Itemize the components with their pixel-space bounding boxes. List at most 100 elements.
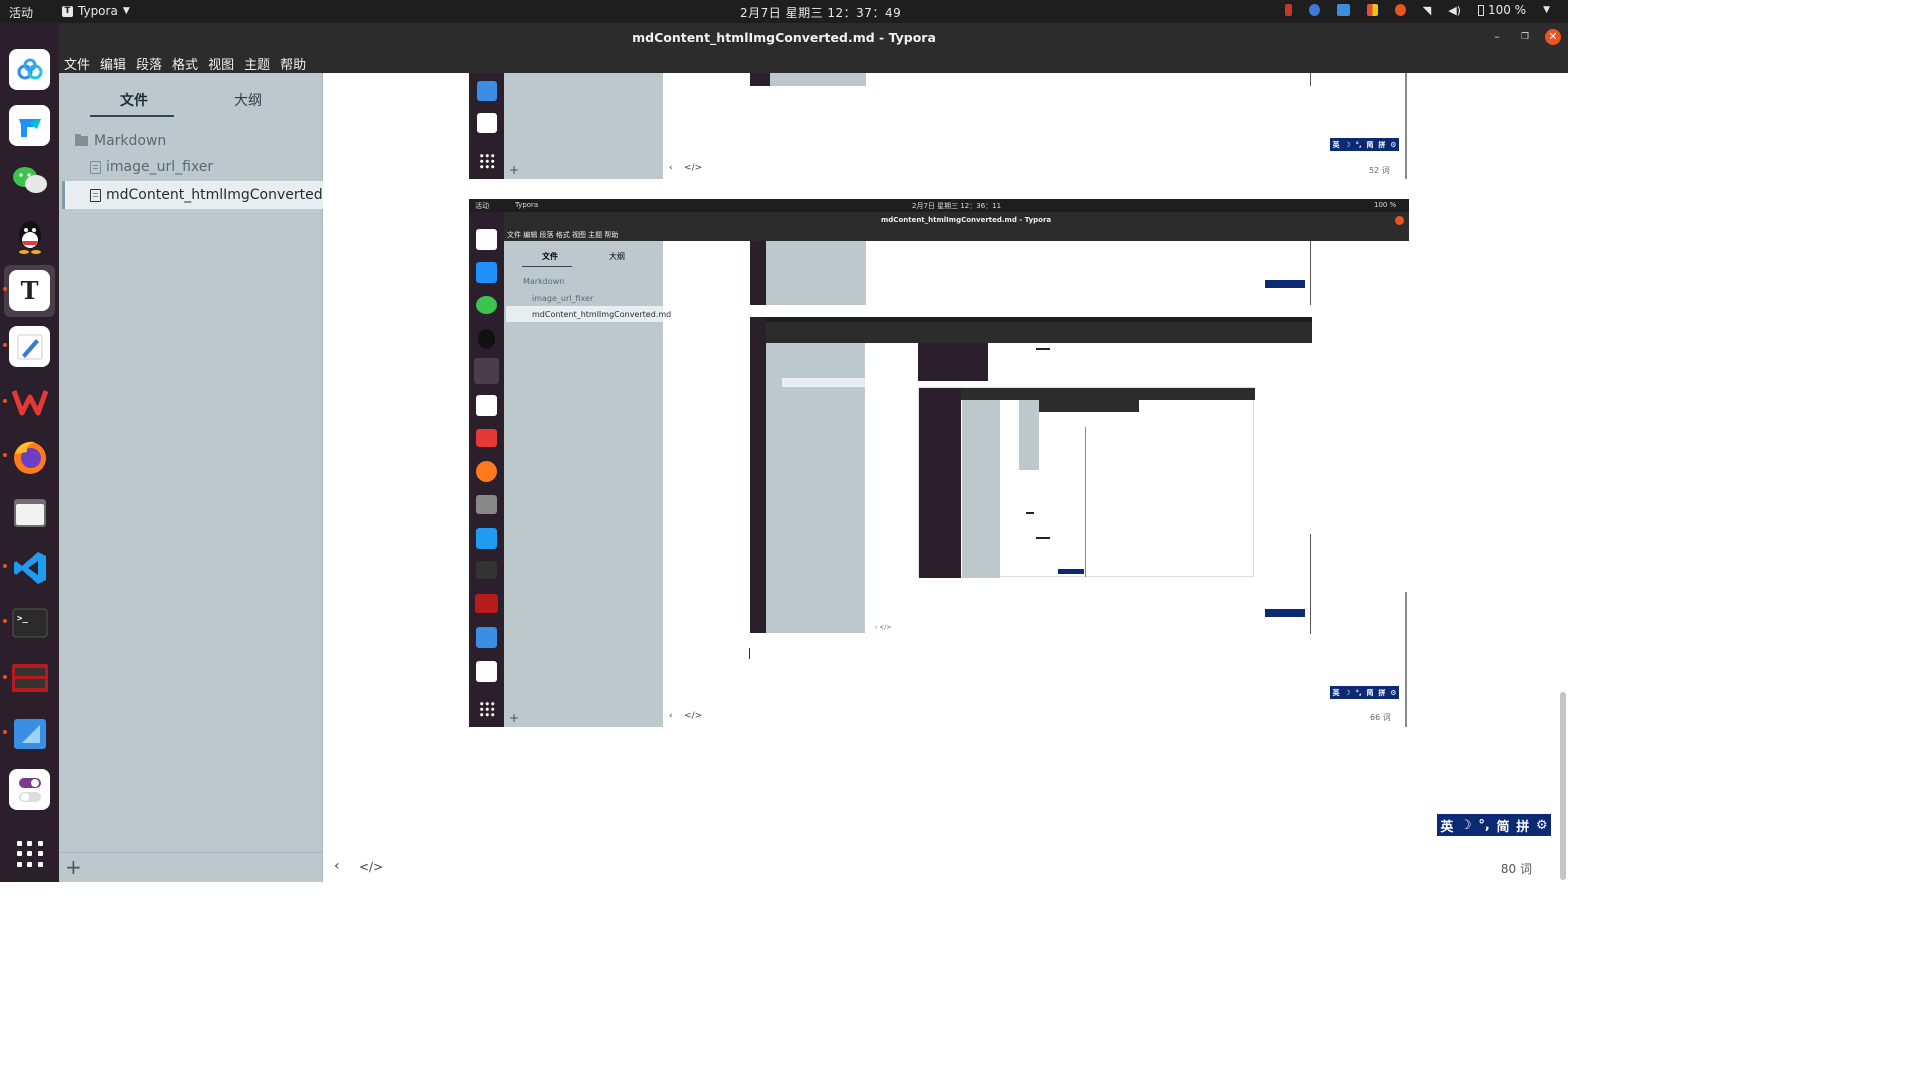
clock: 2月7日 星期三 12：36：11 [912, 202, 1002, 210]
menu-format[interactable]: 格式 [167, 52, 203, 73]
menu-file[interactable]: 文件 [59, 52, 95, 73]
editor-status-bar: ‹ </> 80 词 [324, 852, 1568, 882]
file-item-image-url-fixer[interactable]: image_url_fixer [90, 159, 213, 175]
window-title-bar[interactable]: mdContent_htmlImgConverted.md - Typora –… [0, 23, 1568, 52]
maximize-button[interactable]: ❐ [1517, 29, 1533, 45]
minimize-button[interactable]: – [1489, 29, 1505, 45]
battery-indicator[interactable]: 100 % [1477, 3, 1527, 17]
settings-toggle-icon [477, 113, 497, 133]
tray-remote-icon[interactable] [1336, 4, 1350, 16]
file-item-mdcontent[interactable]: mdContent_htmlImgConverted.md [90, 187, 350, 203]
settings-toggle-icon[interactable] [9, 769, 50, 810]
typora-icon[interactable]: T [9, 270, 50, 311]
word-count[interactable]: 80 词 [1501, 860, 1532, 877]
tray-color-icon[interactable] [1366, 4, 1378, 16]
system-tray[interactable]: ◥ ◀) 100 % ▼ [1284, 3, 1550, 17]
file-sidebar: 文件 大纲 Markdown image_url_fixer mdContent… [59, 73, 350, 882]
tray-network-app-icon[interactable] [1308, 4, 1320, 16]
add-file-button[interactable]: + [65, 855, 82, 879]
folder-label: Markdown [94, 133, 167, 149]
shot-sidebar [504, 73, 663, 179]
qq-icon[interactable] [9, 215, 50, 256]
files-icon[interactable] [9, 492, 50, 533]
app-menu-label: Typora [78, 4, 118, 18]
menu-paragraph[interactable]: 段落 [131, 52, 167, 73]
shot-sidebar: 文件 大纲 Markdown image_url_fixer mdContent… [504, 241, 671, 727]
ime-simplified: 简 [1366, 688, 1374, 697]
running-indicator [3, 675, 7, 679]
tab-outline[interactable]: 大纲 [234, 90, 262, 110]
deep-shot-a-dock [750, 241, 766, 305]
firefox-icon[interactable] [9, 436, 50, 477]
wechat-icon [476, 296, 497, 314]
remote-desktop-icon [477, 81, 497, 101]
embedded-screenshot-1: + ‹ </> 52 词 英 ☽ °, 简拼 ⚙ [469, 73, 1409, 179]
active-tab-underline [522, 266, 572, 267]
divider-line [1310, 534, 1311, 634]
typora-icon [474, 358, 499, 384]
divider-line [1310, 73, 1311, 86]
close-button[interactable]: ✕ [1545, 29, 1561, 45]
tab-outline: 大纲 [609, 252, 625, 261]
menu-bar: 文件 编辑 段落 格式 视图 主题 帮助 [59, 52, 1568, 73]
screen-recorder-icon[interactable] [9, 657, 50, 698]
file-icon [90, 160, 101, 174]
show-apps-icon[interactable] [17, 841, 43, 867]
ime-simplified: 简 [1366, 140, 1374, 149]
baidu-netdisk-icon[interactable] [9, 49, 50, 90]
vscode-icon[interactable] [9, 547, 50, 588]
menu-view[interactable]: 视图 [203, 52, 239, 73]
menu-help[interactable]: 帮助 [275, 52, 311, 73]
feishu-icon[interactable] [9, 105, 50, 146]
wifi-icon[interactable]: ◥ [1423, 4, 1431, 17]
typora-icon: T [62, 5, 73, 17]
settings-toggle-icon [476, 661, 497, 682]
file-label: image_url_fixer [532, 294, 594, 303]
remote-desktop-icon[interactable] [9, 713, 50, 754]
system-top-bar: 活动 T Typora ▼ 2月7日 星期三 12：37：49 ◥ ◀) 100… [0, 0, 1568, 23]
show-apps-icon [479, 153, 495, 169]
ime-simplified-toggle[interactable]: 简 [1497, 816, 1510, 835]
activities-button[interactable]: 活动 [9, 4, 33, 21]
app-menu-label: Typora [515, 201, 539, 209]
dock: T >_ [0, 23, 59, 882]
gear-icon: ⚙ [1390, 688, 1397, 697]
menu-edit[interactable]: 编辑 [95, 52, 131, 73]
firefox-icon [476, 461, 497, 482]
qq-icon [478, 329, 495, 349]
battery-icon [1477, 4, 1484, 16]
volume-icon[interactable]: ◀) [1448, 4, 1461, 17]
editor-area[interactable]: + ‹ </> 52 词 英 ☽ °, 简拼 ⚙ 活动 Typora 2月7日 星期三 … [324, 73, 1568, 882]
ime-toolbar: 英 ☽ °, 简拼 ⚙ [1330, 138, 1399, 151]
app-menu[interactable]: T Typora ▼ [62, 4, 130, 18]
deep-shot-dock [750, 73, 770, 86]
folder-markdown[interactable]: Markdown [75, 133, 166, 149]
wps-icon[interactable] [9, 381, 50, 422]
clock[interactable]: 2月7日 星期三 12：37：49 [740, 4, 901, 21]
folder-label: Markdown [523, 277, 565, 286]
ime-lang-toggle[interactable]: 英 [1440, 816, 1453, 835]
back-arrow-icon[interactable]: ‹ [334, 858, 340, 874]
window-title: mdContent_htmlImgConverted.md - Typora [632, 30, 936, 45]
wechat-icon[interactable] [9, 160, 50, 201]
word-count: 66 词 [1370, 713, 1391, 722]
text-editor-icon[interactable] [9, 326, 50, 367]
gear-icon[interactable]: ⚙ [1536, 818, 1548, 833]
moon-icon: ☽ [1344, 140, 1351, 149]
menu-theme[interactable]: 主题 [239, 52, 275, 73]
battery-percent: 100 % [1487, 3, 1527, 17]
ime-toolbar[interactable]: 英 ☽ °, 简 拼 ⚙ [1437, 814, 1551, 836]
file-label: mdContent_htmlImgConverted.md [532, 310, 672, 319]
deep-shot-sidebar [770, 73, 866, 86]
ime-punct-toggle[interactable]: °, [1478, 818, 1489, 833]
tab-files[interactable]: 文件 [120, 90, 148, 110]
terminal-icon[interactable]: >_ [9, 602, 50, 643]
tray-app-icon[interactable] [1284, 4, 1292, 16]
moon-icon[interactable]: ☽ [1460, 818, 1472, 833]
tray-wps-icon[interactable] [1394, 4, 1406, 16]
shot-menu-bar: 文件 编辑 段落 格式 视图 主题 帮助 [504, 229, 1409, 241]
text-cursor [749, 648, 750, 659]
source-code-icon[interactable]: </> [359, 860, 383, 874]
ime-pinyin-toggle[interactable]: 拼 [1516, 816, 1529, 835]
divider-line [1310, 241, 1311, 305]
